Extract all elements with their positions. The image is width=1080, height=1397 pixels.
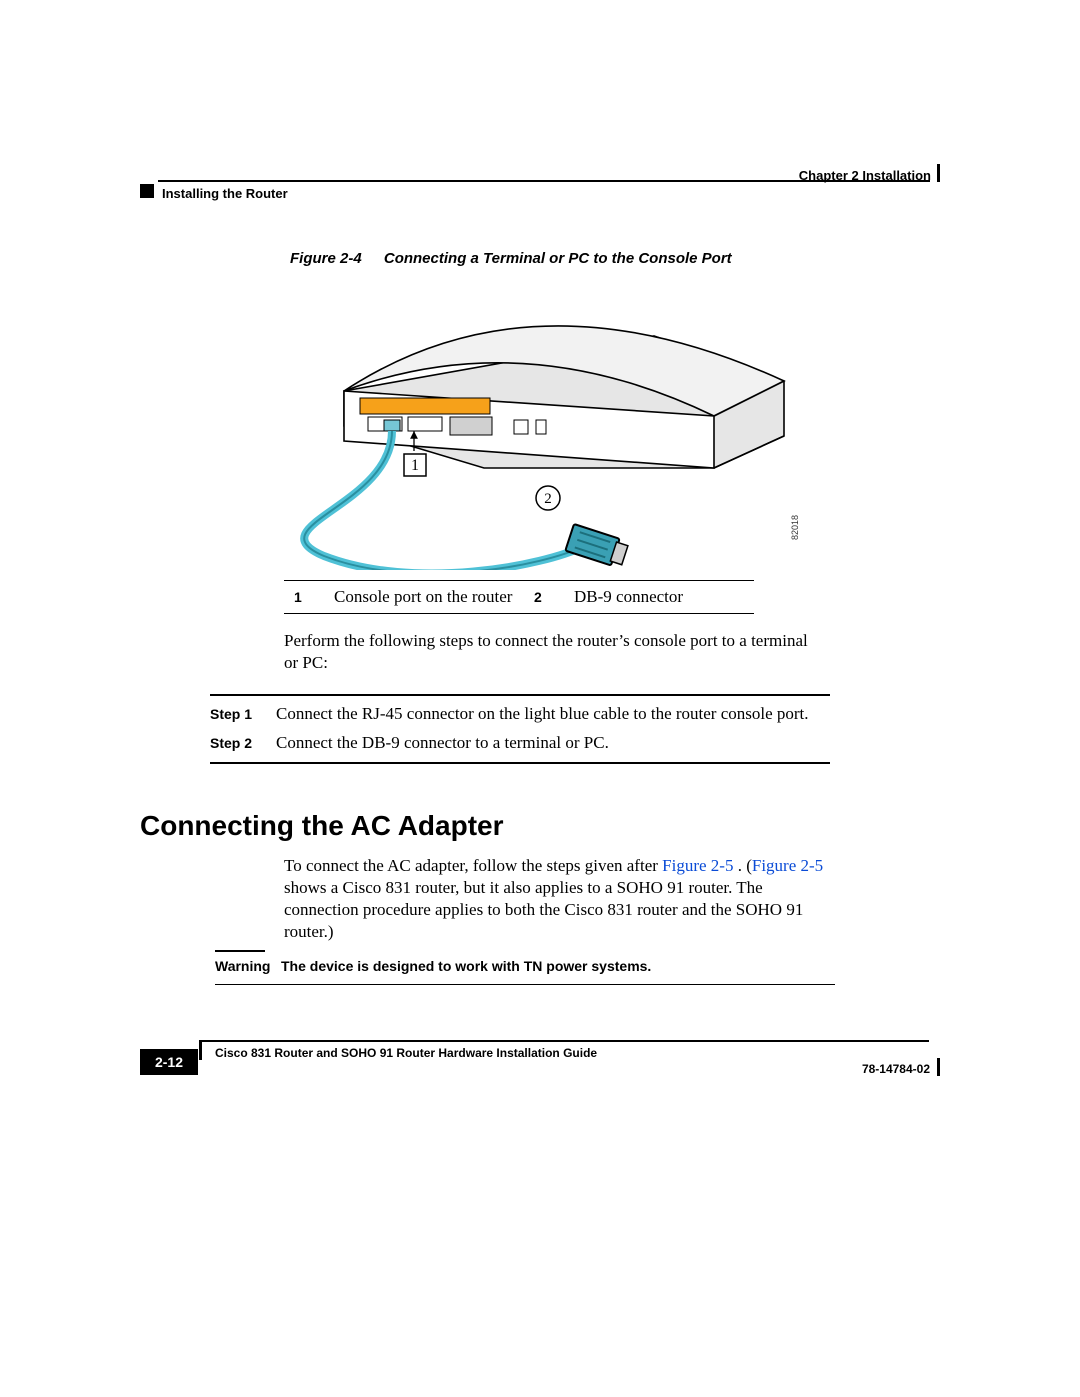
steps-rule-top xyxy=(210,694,830,696)
callout-text-2: DB-9 connector xyxy=(564,581,754,614)
step-row-1: Step 1 Connect the RJ-45 connector on th… xyxy=(210,703,830,726)
step-label-1: Step 1 xyxy=(210,706,276,722)
step-text-2: Connect the DB-9 connector to a terminal… xyxy=(276,732,830,755)
header-chapter: Chapter 2 Installation xyxy=(799,168,931,183)
header-vbar-right xyxy=(937,164,940,182)
figure-callout-table: 1 Console port on the router 2 DB-9 conn… xyxy=(284,580,754,614)
figure-link-2[interactable]: Figure 2-5 xyxy=(752,856,823,875)
ac-adapter-text: To connect the AC adapter, follow the st… xyxy=(284,855,824,943)
callout-num-1: 1 xyxy=(284,581,324,614)
header-bullet-icon xyxy=(140,184,154,198)
page-number: 2-12 xyxy=(140,1049,198,1075)
callout-text-1: Console port on the router xyxy=(324,581,524,614)
callout-num-2: 2 xyxy=(524,581,564,614)
page: Chapter 2 Installation Installing the Ro… xyxy=(0,0,1080,1397)
step-label-2: Step 2 xyxy=(210,735,276,751)
caution-rule-bottom xyxy=(215,984,835,986)
ac-pre: To connect the AC adapter, follow the st… xyxy=(284,856,662,875)
ac-mid: . ( xyxy=(738,856,752,875)
body-intro: Perform the following steps to connect t… xyxy=(284,630,824,674)
step-row-2: Step 2 Connect the DB-9 connector to a t… xyxy=(210,732,830,755)
caution-label: Warning xyxy=(215,958,281,974)
figure-caption: Figure 2-4 Connecting a Terminal or PC t… xyxy=(290,250,732,267)
steps-block: Step 1 Connect the RJ-45 connector on th… xyxy=(210,694,830,764)
footer-rule xyxy=(199,1040,929,1042)
caution-block: Warning The device is designed to work w… xyxy=(215,950,835,991)
figure-label: Figure 2-4 xyxy=(290,250,362,267)
ac-post: shows a Cisco 831 router, but it also ap… xyxy=(284,878,803,941)
footer-vbar-right xyxy=(937,1058,940,1076)
figure-illustration-id: 82018 xyxy=(790,515,800,540)
header-section: Installing the Router xyxy=(162,186,288,201)
svg-text:2: 2 xyxy=(544,491,552,507)
figure-link-1[interactable]: Figure 2-5 xyxy=(662,856,733,875)
steps-rule-bottom xyxy=(210,762,830,764)
figure-title: Connecting a Terminal or PC to the Conso… xyxy=(384,250,732,267)
caution-text: The device is designed to work with TN p… xyxy=(281,958,835,974)
footer-title: Cisco 831 Router and SOHO 91 Router Hard… xyxy=(215,1046,597,1060)
caution-rule-top xyxy=(215,950,265,952)
figure-illustration: 1 2 xyxy=(284,276,804,570)
svg-text:1: 1 xyxy=(411,457,419,474)
footer-vbar-left xyxy=(199,1042,202,1060)
step-text-1: Connect the RJ-45 connector on the light… xyxy=(276,703,830,726)
section-heading: Connecting the AC Adapter xyxy=(140,810,503,842)
footer-docno: 78-14784-02 xyxy=(862,1062,930,1076)
table-row: 1 Console port on the router 2 DB-9 conn… xyxy=(284,581,754,614)
